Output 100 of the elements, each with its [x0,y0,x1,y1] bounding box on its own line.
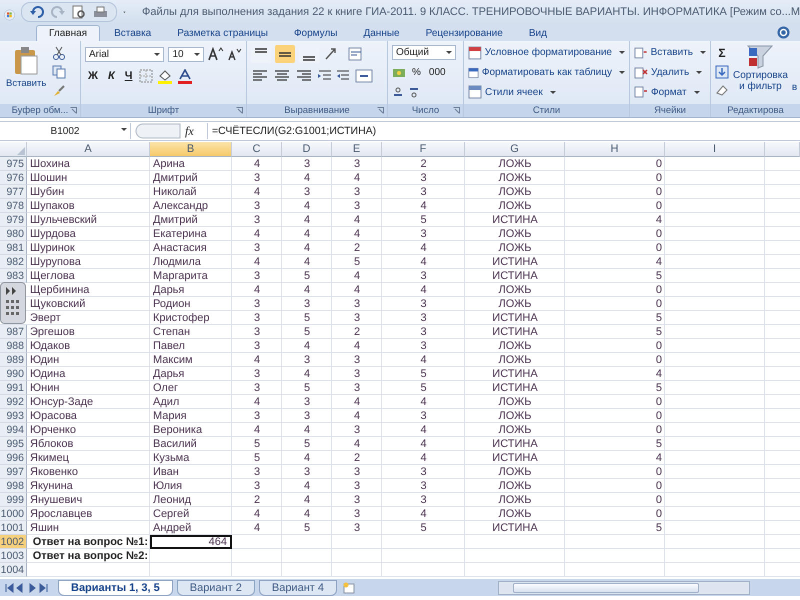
printer-icon[interactable] [93,6,108,18]
column-header[interactable]: C [232,142,282,157]
styles-menu-button[interactable]: Условное форматирование [468,44,625,62]
number-format-field[interactable]: Общий [392,45,456,60]
column-header[interactable]: B [150,142,232,157]
brush-icon[interactable] [52,84,66,98]
row-header[interactable]: 988 [0,339,27,353]
borders-icon[interactable] [139,69,154,83]
row-header[interactable]: 990 [0,367,27,381]
eraser-icon[interactable] [715,84,729,96]
row-header[interactable]: 982 [0,255,27,269]
sheet-tab[interactable]: Варианты 1, 3, 5 [58,580,173,596]
help-icon[interactable] [777,26,790,39]
sheet-tab[interactable]: Вариант 4 [258,580,337,596]
row-header[interactable]: 994 [0,423,27,437]
sheet-tab[interactable]: Вариант 2 [176,580,255,596]
font-style-button[interactable]: К [104,70,118,82]
row-header[interactable]: 996 [0,451,27,465]
dialog-launcher-icon[interactable] [377,107,384,114]
dialog-launcher-icon[interactable] [453,107,460,114]
column-header[interactable]: I [665,142,765,157]
font-style-button[interactable]: Ж [85,70,101,82]
ribbon-button-label[interactable]: в [792,82,798,93]
print-preview-icon[interactable] [72,5,86,19]
column-header[interactable]: F [382,142,465,157]
column-header[interactable]: G [465,142,565,157]
copy-icon[interactable] [52,65,66,79]
ribbon-tab[interactable]: Главная [36,25,100,41]
ribbon-tab[interactable]: Рецензирование [414,25,515,41]
thousands-button[interactable]: 000 [426,67,448,78]
dialog-launcher-icon[interactable] [70,107,77,114]
table-cell: Щуковский [30,298,86,310]
fill-down-icon[interactable] [715,65,729,79]
percent-button[interactable]: % [410,67,423,78]
row-header[interactable]: 995 [0,437,27,451]
row-header[interactable]: 993 [0,409,27,423]
row-header[interactable]: 989 [0,353,27,367]
table-cell: 4 [420,200,427,212]
column-header[interactable]: H [565,142,665,157]
row-header[interactable]: 977 [0,185,27,199]
row-header[interactable]: 976 [0,171,27,185]
fill-color-icon[interactable] [157,68,174,84]
ribbon-tab[interactable]: Разметка страницы [165,25,280,41]
table-cell: 4 [304,242,310,254]
row-header[interactable]: 975 [0,157,27,171]
row-header[interactable]: 980 [0,227,27,241]
table-cell: Шурдова [30,228,76,240]
table-cell: 5 [254,438,260,450]
align-middle-icon[interactable] [275,45,295,63]
name-box[interactable]: B1002 [0,123,131,139]
ribbon-tab[interactable]: Данные [351,25,412,41]
styles-menu-button[interactable]: Форматировать как таблицу [468,64,625,82]
grow-font-icon[interactable] [208,47,224,61]
sort-filter-button[interactable]: Сортировка и фильтр [733,44,788,92]
horizontal-scrollbar[interactable] [498,580,750,594]
row-header[interactable]: 1002 [0,535,27,549]
dialog-launcher-icon[interactable] [236,107,243,114]
autosum-button[interactable]: Σ [715,46,729,60]
formula-field[interactable]: =СЧЁТЕСЛИ(G2:G1001;ИСТИНА) [207,123,800,139]
ribbon-tab[interactable]: Вставка [102,25,164,41]
row-header[interactable]: 1001 [0,521,27,535]
table-cell: 3 [354,382,360,394]
row-header[interactable]: 1003 [0,549,27,563]
cells-menu-button[interactable]: Формат [634,83,706,102]
column-header[interactable]: E [332,142,382,157]
row-header[interactable]: 1004 [0,563,27,577]
row-header[interactable]: 979 [0,213,27,227]
font-name-field[interactable]: Arial [85,46,164,62]
font-size-field[interactable]: 10 [168,46,204,62]
ribbon-tab[interactable]: Вид [516,25,559,41]
row-header[interactable]: 978 [0,199,27,213]
row-header[interactable]: 998 [0,479,27,493]
row-header[interactable]: 999 [0,493,27,507]
styles-menu-button[interactable]: Стили ячеек [468,83,625,102]
row-header[interactable]: 997 [0,465,27,479]
row-header[interactable]: 1000 [0,507,27,521]
merge-cells-icon[interactable] [355,68,373,84]
row-header[interactable]: 991 [0,381,27,395]
row-header[interactable]: 987 [0,325,27,339]
table-cell: 3 [304,466,310,478]
shrink-font-icon[interactable] [228,47,242,61]
row-header[interactable]: 983 [0,269,27,283]
table-cell: 3 [420,326,427,338]
cells-menu-button[interactable]: Вставить [634,44,706,62]
column-header[interactable]: D [282,142,332,157]
paste-button[interactable]: Вставить [4,44,48,91]
row-header[interactable]: 992 [0,395,27,409]
selected-cell[interactable]: 464 [150,535,232,549]
insert-function-button[interactable]: fx [185,124,203,138]
scissors-icon[interactable] [52,46,66,60]
row-header[interactable]: 981 [0,241,27,255]
table-cell: Шульчевский [30,214,97,226]
undo-icon[interactable] [30,6,44,18]
ribbon-tab[interactable]: Формулы [282,25,350,41]
table-cell: ИСТИНА [492,438,538,450]
cells-menu-button[interactable]: Удалить [634,64,706,82]
font-style-button[interactable]: Ч [122,70,136,82]
floating-toolbar[interactable] [0,282,26,324]
column-header[interactable]: A [27,142,150,157]
font-color-icon[interactable] [177,68,194,84]
